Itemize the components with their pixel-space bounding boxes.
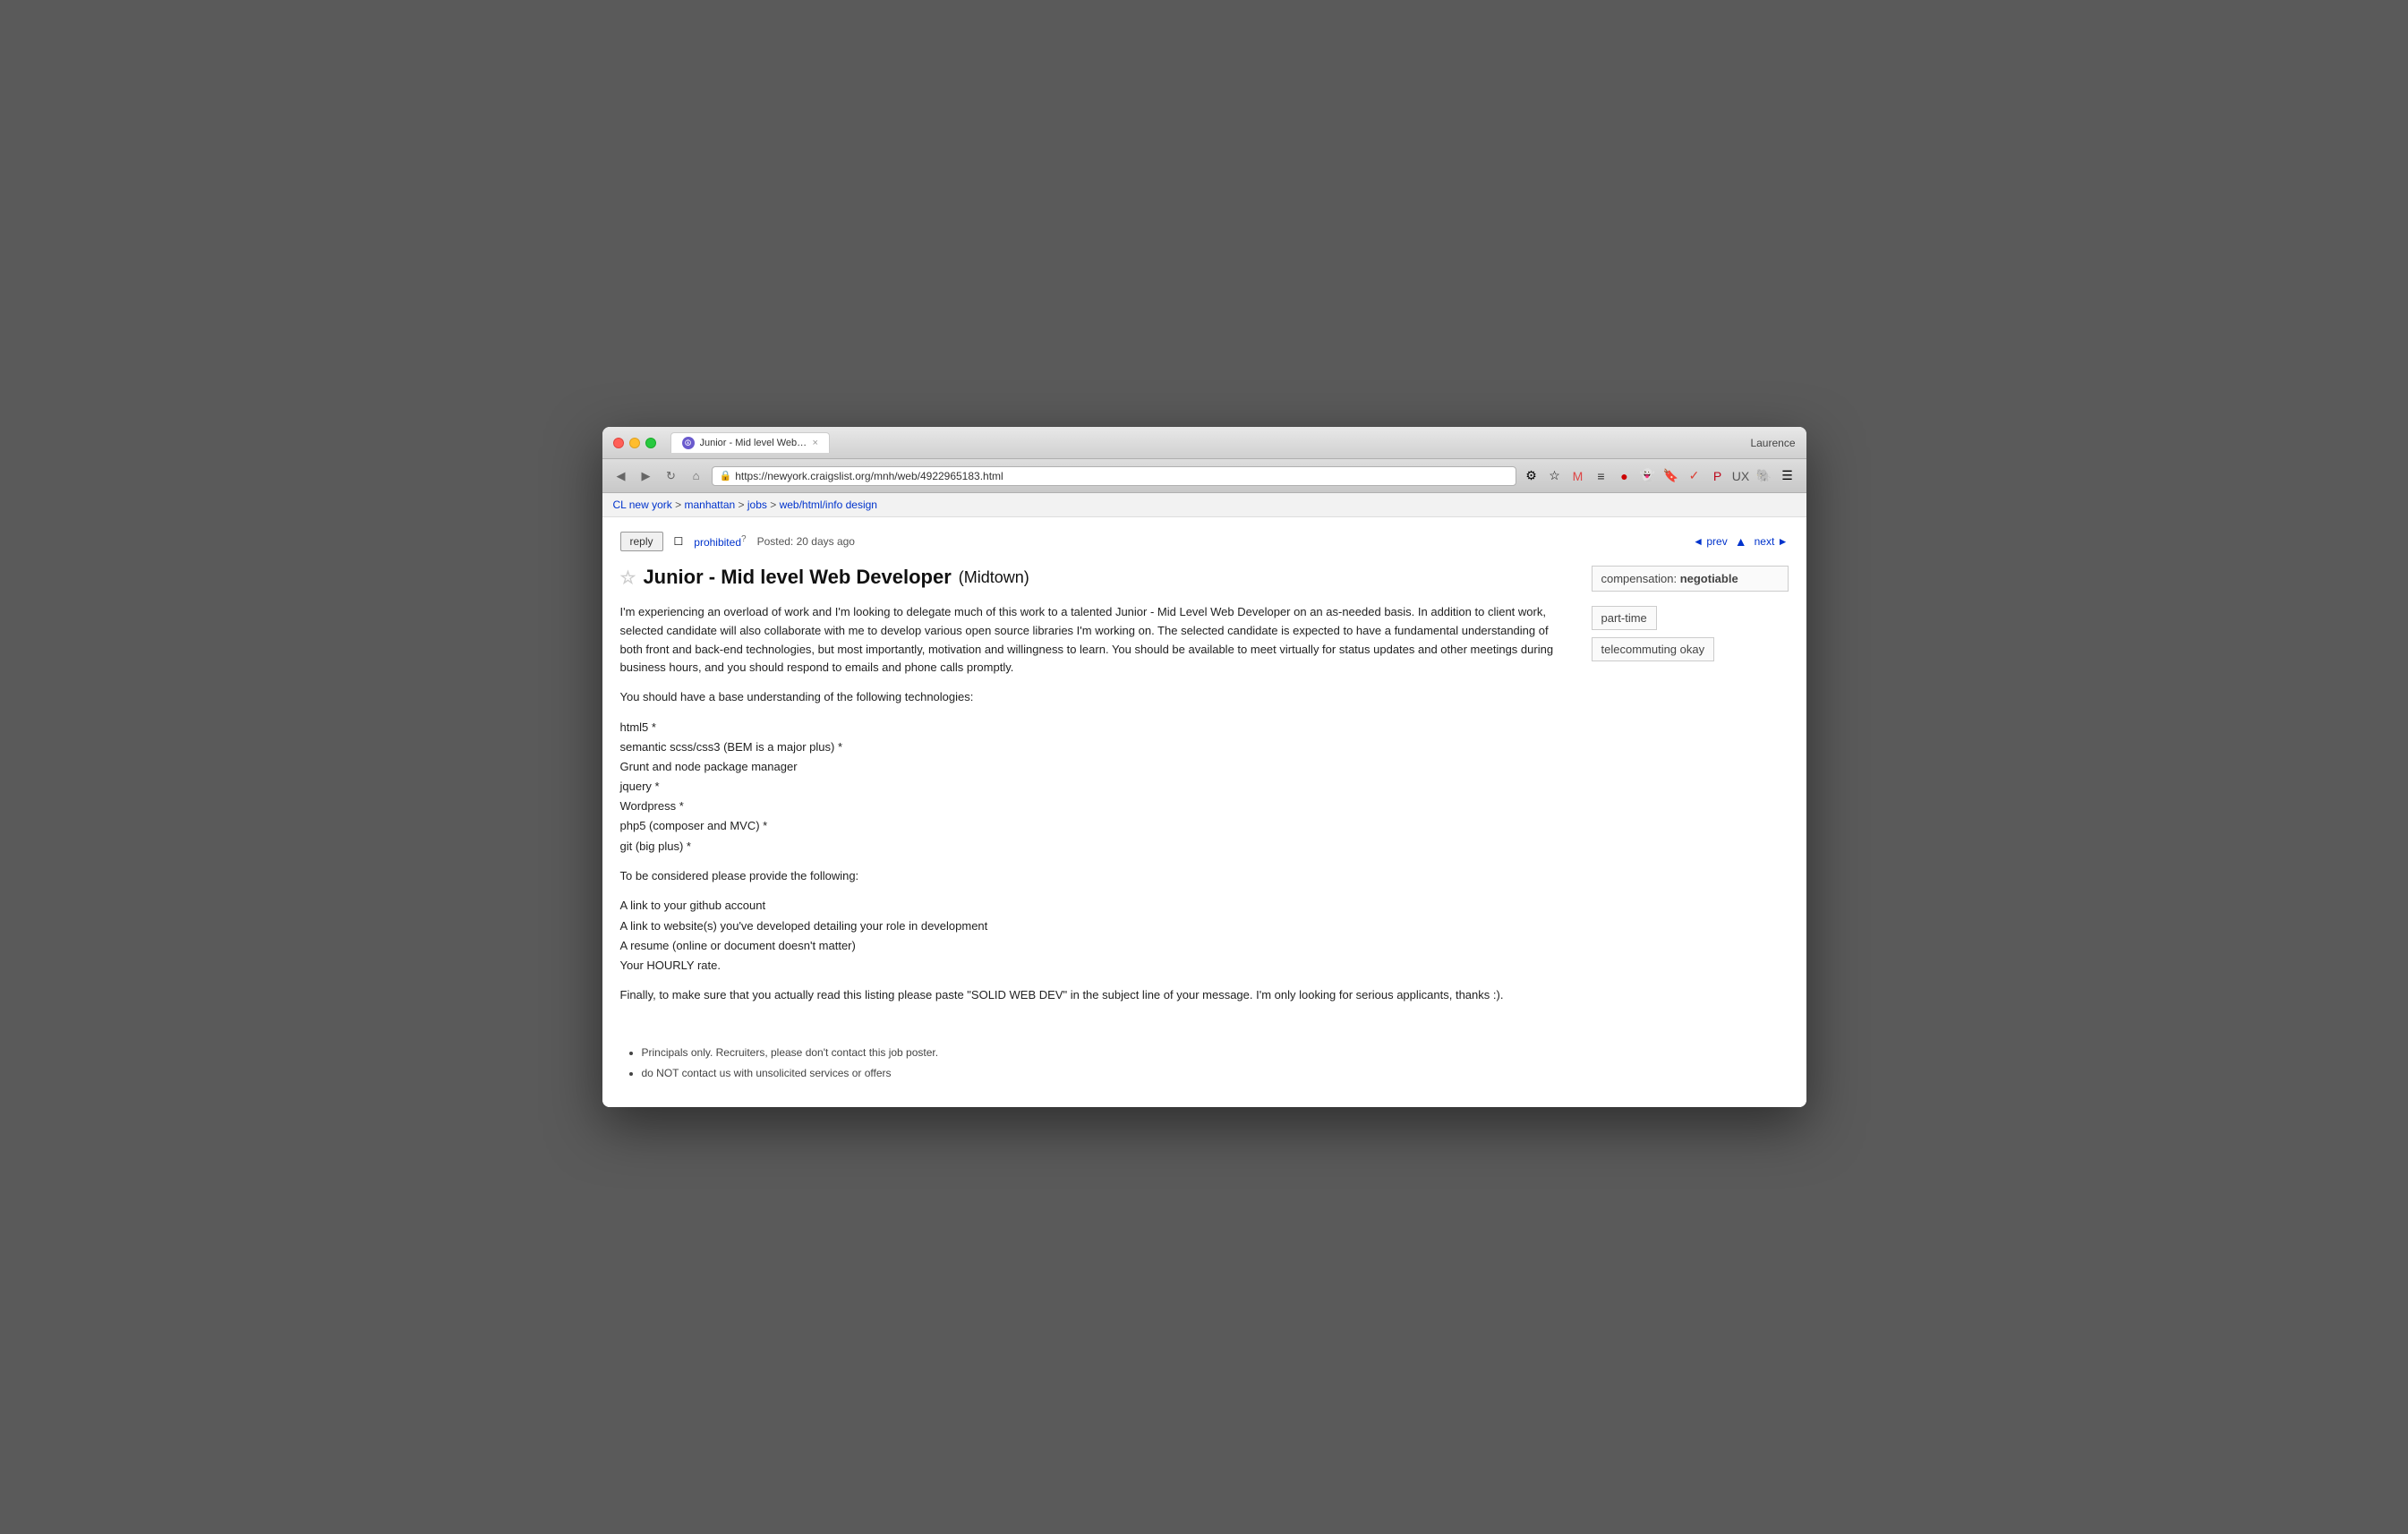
tech-item-7: git (big plus) * <box>620 837 1574 856</box>
gmail-icon[interactable]: M <box>1568 466 1588 486</box>
post-title: ☆ Junior - Mid level Web Developer (Midt… <box>620 566 1574 589</box>
prohibited-link[interactable]: prohibited? <box>694 534 746 549</box>
traffic-lights <box>613 438 656 448</box>
reply-button[interactable]: reply <box>620 532 663 551</box>
req-item-3: A resume (online or document doesn't mat… <box>620 936 1574 956</box>
tech-item-5: Wordpress * <box>620 797 1574 816</box>
manhattan-link[interactable]: manhattan <box>684 499 735 511</box>
minimize-button[interactable] <box>629 438 640 448</box>
req-item-2: A link to website(s) you've developed de… <box>620 916 1574 936</box>
tech-item-1: html5 * <box>620 718 1574 737</box>
home-button[interactable]: ⌂ <box>687 466 706 486</box>
separator-2: > <box>675 499 684 511</box>
new-york-link[interactable]: new york <box>629 499 672 511</box>
post-location: (Midtown) <box>959 568 1029 587</box>
body-paragraph-2: You should have a base understanding of … <box>620 688 1574 707</box>
body-paragraph-4: Finally, to make sure that you actually … <box>620 986 1574 1005</box>
url-bar[interactable]: 🔒 https://newyork.craigslist.org/mnh/web… <box>712 466 1516 486</box>
ux-icon[interactable]: UX <box>1731 466 1751 486</box>
close-button[interactable] <box>613 438 624 448</box>
ssl-icon: 🔒 <box>720 470 732 482</box>
nav-arrows: ◄ prev ▲ next ► <box>1693 534 1788 549</box>
footer-list: Principals only. Recruiters, please don'… <box>642 1044 1574 1082</box>
tab-close-button[interactable]: × <box>813 438 818 448</box>
category-link[interactable]: web/html/info design <box>780 499 877 511</box>
cl-link[interactable]: CL <box>613 499 627 511</box>
favorite-star-icon[interactable]: ☆ <box>620 567 636 589</box>
user-label: Laurence <box>1750 437 1795 449</box>
body-paragraph-1: I'm experiencing an overload of work and… <box>620 603 1574 678</box>
title-bar: ☮ Junior - Mid level Web Dev × Laurence <box>602 427 1806 459</box>
lastpass-icon[interactable]: ● <box>1615 466 1635 486</box>
post-body: ☆ Junior - Mid level Web Developer (Midt… <box>620 566 1574 1093</box>
buffer-icon[interactable]: ≡ <box>1592 466 1611 486</box>
url-domain: newyork.craigslist.org <box>767 470 870 482</box>
tech-item-4: jquery * <box>620 777 1574 797</box>
browser-window: ☮ Junior - Mid level Web Dev × Laurence … <box>602 427 1806 1107</box>
forward-button[interactable]: ▶ <box>636 466 656 486</box>
maximize-button[interactable] <box>645 438 656 448</box>
compensation-label: compensation: <box>1601 572 1678 585</box>
extensions-icon[interactable]: ⚙ <box>1522 466 1541 486</box>
req-item-1: A link to your github account <box>620 896 1574 916</box>
up-icon[interactable]: ▲ <box>1735 534 1747 549</box>
active-tab[interactable]: ☮ Junior - Mid level Web Dev × <box>670 432 830 453</box>
post-date: Posted: 20 days ago <box>757 535 855 548</box>
reload-button[interactable]: ↻ <box>662 466 681 486</box>
url-text: https://newyork.craigslist.org/mnh/web/4… <box>735 470 1003 482</box>
tab-title: Junior - Mid level Web Dev <box>700 438 807 448</box>
requirements-list: A link to your github account A link to … <box>620 896 1574 975</box>
todoist-icon[interactable]: ✓ <box>1685 466 1704 486</box>
address-bar: ◀ ▶ ↻ ⌂ 🔒 https://newyork.craigslist.org… <box>602 459 1806 493</box>
tab-bar: ☮ Junior - Mid level Web Dev × <box>670 432 1744 453</box>
url-https: https:// <box>735 470 767 482</box>
post-controls: reply ☐ prohibited? Posted: 20 days ago … <box>620 532 1789 551</box>
post-text: I'm experiencing an overload of work and… <box>620 603 1574 1082</box>
req-item-4: Your HOURLY rate. <box>620 956 1574 976</box>
separator-4: > <box>770 499 779 511</box>
ghostery-icon[interactable]: 👻 <box>1638 466 1658 486</box>
prohibited-checkbox[interactable]: ☐ <box>674 535 684 548</box>
technologies-list: html5 * semantic scss/css3 (BEM is a maj… <box>620 718 1574 856</box>
footer-item-2: do NOT contact us with unsolicited servi… <box>642 1065 1574 1082</box>
separator-3: > <box>739 499 747 511</box>
body-paragraph-3: To be considered please provide the foll… <box>620 867 1574 886</box>
content-layout: ☆ Junior - Mid level Web Developer (Midt… <box>620 566 1789 1093</box>
tech-item-6: php5 (composer and MVC) * <box>620 816 1574 836</box>
url-path: /mnh/web/4922965183.html <box>871 470 1003 482</box>
compensation-value: negotiable <box>1680 572 1738 585</box>
compensation-item: compensation: negotiable <box>1592 566 1789 592</box>
flag-num: ? <box>741 534 747 544</box>
prev-link[interactable]: ◄ prev <box>1693 535 1728 548</box>
part-time-tag: part-time <box>1592 606 1657 630</box>
evernote-icon[interactable]: 🐘 <box>1755 466 1774 486</box>
back-button[interactable]: ◀ <box>611 466 631 486</box>
pinterest-icon[interactable]: P <box>1708 466 1728 486</box>
toolbar-icons: ⚙ ☆ M ≡ ● 👻 🔖 ✓ P UX 🐘 ☰ <box>1522 466 1797 486</box>
jobs-link[interactable]: jobs <box>747 499 767 511</box>
footer-item-1: Principals only. Recruiters, please don'… <box>642 1044 1574 1061</box>
page-content: reply ☐ prohibited? Posted: 20 days ago … <box>602 517 1806 1107</box>
breadcrumb-bar: CL new york > manhattan > jobs > web/htm… <box>602 493 1806 517</box>
menu-icon[interactable]: ☰ <box>1778 466 1797 486</box>
delicious-icon[interactable]: 🔖 <box>1661 466 1681 486</box>
sidebar: compensation: negotiable part-time telec… <box>1592 566 1789 1093</box>
next-link[interactable]: next ► <box>1755 535 1789 548</box>
tech-item-2: semantic scss/css3 (BEM is a major plus)… <box>620 737 1574 757</box>
telecommuting-tag: telecommuting okay <box>1592 637 1715 661</box>
bookmark-star-icon[interactable]: ☆ <box>1545 466 1565 486</box>
tab-favicon: ☮ <box>682 437 695 449</box>
post-title-text: Junior - Mid level Web Developer <box>643 566 951 589</box>
tech-item-3: Grunt and node package manager <box>620 757 1574 777</box>
